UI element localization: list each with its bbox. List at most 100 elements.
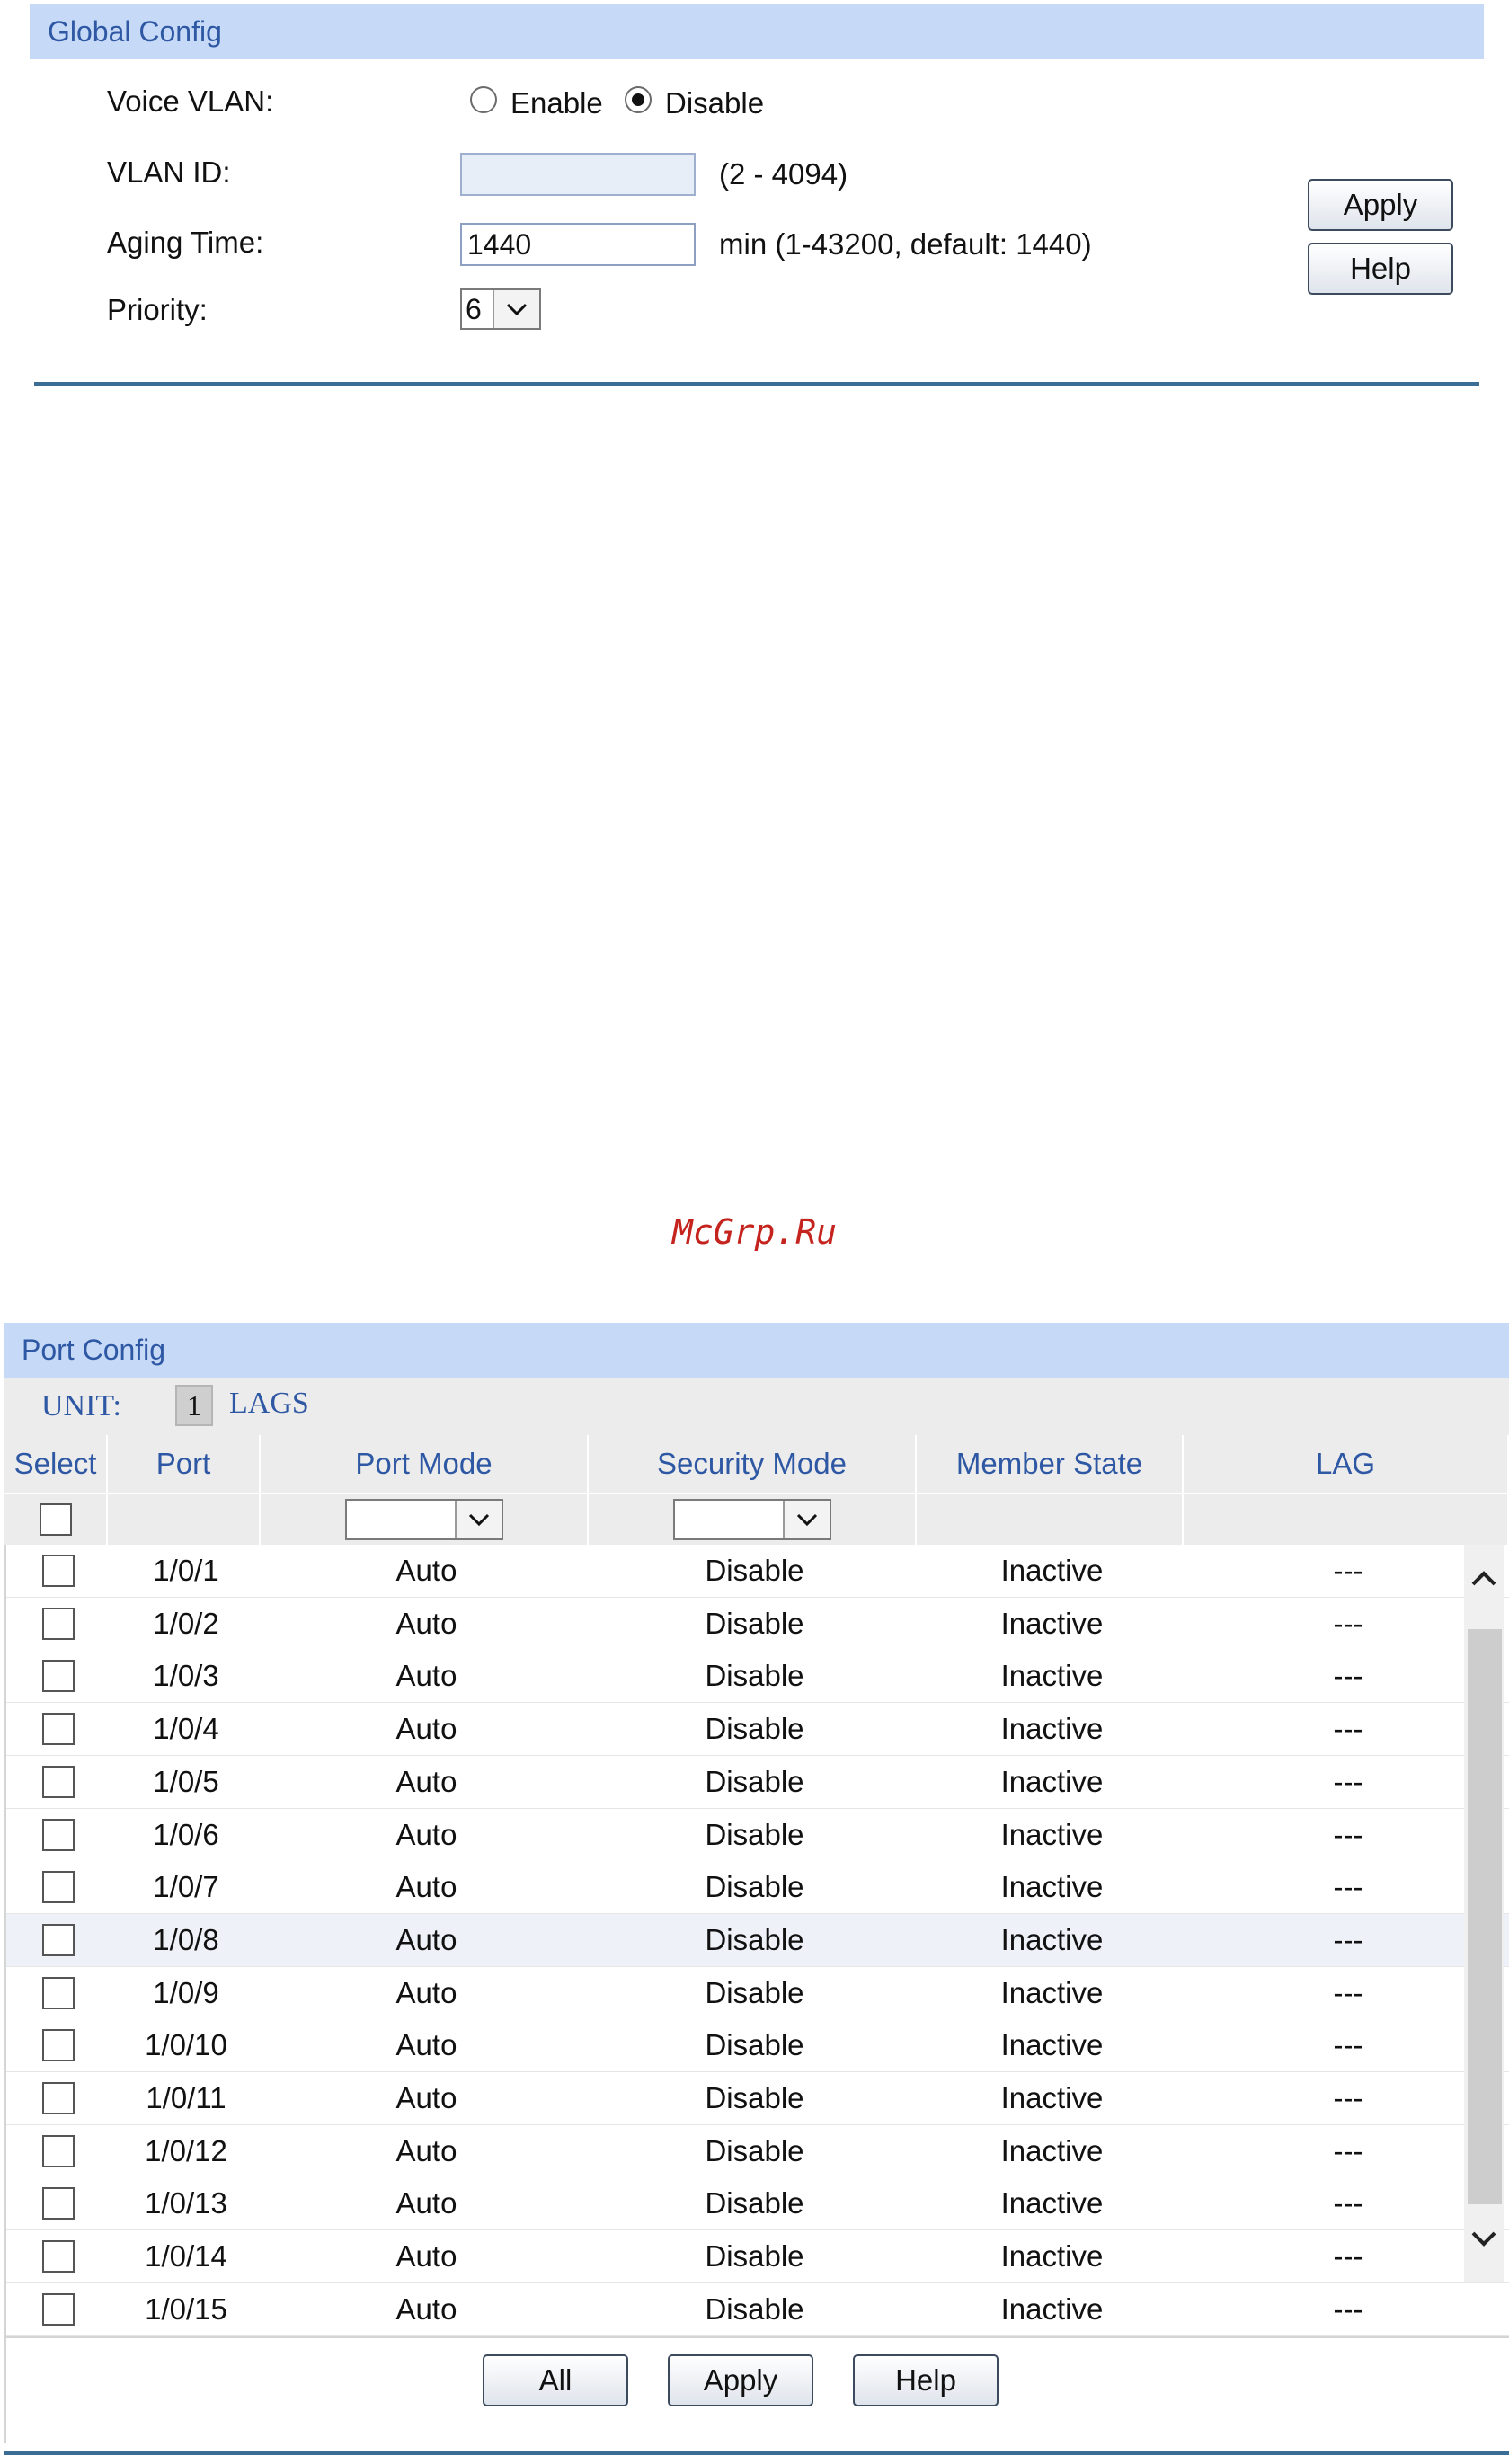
priority-select[interactable]: 6 <box>460 288 541 330</box>
port-mode-select[interactable] <box>344 1499 503 1540</box>
table-row[interactable]: 1/0/7 Auto Disable Inactive --- <box>6 1861 1509 1915</box>
table-row[interactable]: 1/0/14 Auto Disable Inactive --- <box>6 2230 1509 2284</box>
select-all-button[interactable]: All <box>483 2354 628 2406</box>
row-select-checkbox[interactable] <box>41 1607 75 1640</box>
table-row[interactable]: 1/0/3 Auto Disable Inactive --- <box>6 1650 1509 1704</box>
member-state-cell: Inactive <box>1000 2291 1104 2326</box>
scrollbar-thumb[interactable] <box>1468 1629 1502 2204</box>
member-state-cell: Inactive <box>1000 1764 1104 1798</box>
lag-cell: --- <box>1333 1817 1363 1851</box>
lag-cell: --- <box>1333 2291 1363 2326</box>
port-mode-cell: Auto <box>395 1975 457 2009</box>
member-state-cell: Inactive <box>1000 2133 1104 2167</box>
global-config-header: Global Config <box>30 4 1484 59</box>
security-mode-cell: Disable <box>705 2133 804 2167</box>
aging-time-label: Aging Time: <box>107 226 264 259</box>
member-state-cell: Inactive <box>1000 1870 1104 1904</box>
table-row[interactable]: 1/0/12 Auto Disable Inactive --- <box>6 2124 1509 2178</box>
member-state-cell: Inactive <box>1000 1817 1104 1851</box>
port-config-title: Port Config <box>22 1334 166 1366</box>
col-header-security-mode: Security Mode <box>589 1435 917 1493</box>
lags-link[interactable]: LAGS <box>229 1375 309 1432</box>
filter-member-state-cell <box>917 1494 1184 1545</box>
unit-label: UNIT: <box>41 1389 121 1423</box>
table-row[interactable]: 1/0/9 Auto Disable Inactive --- <box>6 1966 1509 2020</box>
table-row[interactable]: 1/0/10 Auto Disable Inactive --- <box>6 2019 1509 2073</box>
row-select-checkbox[interactable] <box>41 1713 75 1746</box>
row-select-checkbox[interactable] <box>41 2240 75 2273</box>
vlan-id-input[interactable] <box>460 153 696 196</box>
col-header-select: Select <box>4 1435 108 1493</box>
port-mode-dropdown-button[interactable] <box>454 1501 502 1538</box>
table-row[interactable]: 1/0/6 Auto Disable Inactive --- <box>6 1808 1509 1862</box>
row-select-cell <box>6 2283 110 2335</box>
port-apply-button[interactable]: Apply <box>668 2354 813 2406</box>
select-all-checkbox[interactable] <box>39 1503 72 1536</box>
voice-vlan-disable-radio[interactable] <box>625 86 652 113</box>
security-mode-cell: Disable <box>705 1712 804 1746</box>
table-row[interactable]: 1/0/13 Auto Disable Inactive --- <box>6 2177 1509 2231</box>
port-mode-cell: Auto <box>395 2133 457 2167</box>
table-scrollbar[interactable] <box>1464 1545 1504 2282</box>
row-select-checkbox[interactable] <box>41 2187 75 2220</box>
lag-cell: --- <box>1333 1870 1363 1904</box>
lag-cell: --- <box>1333 2186 1363 2220</box>
priority-label: Priority: <box>107 293 208 326</box>
voice-vlan-enable-label[interactable]: Enable <box>510 85 603 121</box>
col-header-member-state: Member State <box>917 1435 1184 1493</box>
row-select-checkbox[interactable] <box>41 1818 75 1851</box>
port-cell: 1/0/9 <box>153 1975 219 2009</box>
row-select-checkbox[interactable] <box>41 1555 75 1587</box>
chevron-down-icon <box>506 303 528 316</box>
port-help-button[interactable]: Help <box>853 2354 999 2406</box>
security-mode-select[interactable] <box>672 1499 831 1540</box>
row-select-checkbox[interactable] <box>41 1976 75 2009</box>
table-row[interactable]: 1/0/15 Auto Disable Inactive --- <box>6 2282 1509 2336</box>
chevron-down-icon[interactable] <box>1469 2224 1498 2253</box>
vlan-id-hint: (2 - 4094) <box>719 157 848 191</box>
global-apply-button[interactable]: Apply <box>1308 179 1453 231</box>
port-cell: 1/0/11 <box>146 2081 226 2114</box>
port-cell: 1/0/2 <box>153 1606 219 1640</box>
security-mode-cell: Disable <box>705 1922 804 1956</box>
security-mode-cell: Disable <box>705 1817 804 1851</box>
table-row[interactable]: 1/0/2 Auto Disable Inactive --- <box>6 1597 1509 1651</box>
voice-vlan-enable-radio[interactable] <box>470 86 497 113</box>
voice-vlan-disable-label[interactable]: Disable <box>665 85 764 121</box>
port-cell: 1/0/12 <box>145 2133 227 2167</box>
global-config-title: Global Config <box>48 15 222 48</box>
row-select-cell <box>6 1703 110 1755</box>
priority-dropdown-button[interactable] <box>493 290 539 328</box>
security-mode-cell: Disable <box>705 1554 804 1587</box>
port-mode-cell: Auto <box>395 1659 457 1693</box>
security-mode-dropdown-button[interactable] <box>782 1501 830 1538</box>
row-select-checkbox[interactable] <box>41 2082 75 2114</box>
table-row[interactable]: 1/0/8 Auto Disable Inactive --- <box>6 1913 1509 1967</box>
table-row[interactable]: 1/0/1 Auto Disable Inactive --- <box>6 1545 1509 1598</box>
security-mode-cell: Disable <box>705 2081 804 2114</box>
table-row[interactable]: 1/0/5 Auto Disable Inactive --- <box>6 1755 1509 1809</box>
row-select-checkbox[interactable] <box>41 1765 75 1798</box>
row-select-checkbox[interactable] <box>41 2134 75 2167</box>
member-state-cell: Inactive <box>1000 2186 1104 2220</box>
aging-time-input[interactable] <box>460 223 696 266</box>
chevron-down-icon <box>796 1513 817 1527</box>
row-select-checkbox[interactable] <box>41 1871 75 1904</box>
filter-port-cell <box>108 1494 261 1545</box>
row-select-cell <box>6 2230 110 2282</box>
row-select-cell <box>6 1809 110 1861</box>
port-cell: 1/0/10 <box>145 2028 227 2062</box>
table-row[interactable]: 1/0/11 Auto Disable Inactive --- <box>6 2072 1509 2125</box>
security-mode-cell: Disable <box>705 1870 804 1904</box>
row-select-checkbox[interactable] <box>41 1660 75 1693</box>
row-select-cell <box>6 1598 110 1650</box>
row-select-checkbox[interactable] <box>41 1923 75 1956</box>
port-mode-cell: Auto <box>395 2291 457 2326</box>
chevron-up-icon[interactable] <box>1469 1564 1498 1593</box>
global-help-button[interactable]: Help <box>1308 243 1453 295</box>
table-row[interactable]: 1/0/4 Auto Disable Inactive --- <box>6 1703 1509 1757</box>
unit-1-tab[interactable]: 1 <box>175 1385 213 1426</box>
row-select-checkbox[interactable] <box>41 2029 75 2062</box>
row-select-cell <box>6 1756 110 1808</box>
row-select-checkbox[interactable] <box>41 2292 75 2326</box>
